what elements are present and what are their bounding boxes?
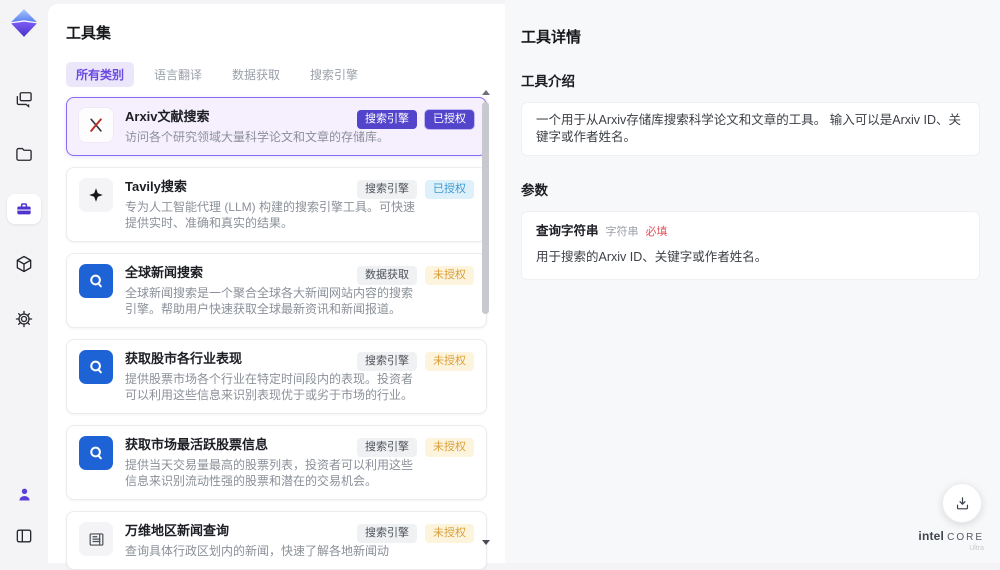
chat-icon[interactable]: [7, 84, 41, 114]
tool-description: 访问各个研究领域大量科学论文和文章的存储库。: [125, 130, 390, 144]
category-tab[interactable]: 所有类别: [66, 62, 135, 87]
tool-description: 提供股票市场各个行业在特定时间段内的表现。投资者可以利用这些信息来识别表现优于或…: [125, 372, 414, 402]
tool-details-pane: 工具详情 工具介绍 一个用于从Arxiv存储库搜索科学论文和文章的工具。 输入可…: [505, 0, 1000, 563]
ultra-wordmark: Ultra: [969, 545, 984, 552]
tool-card[interactable]: Tavily搜索 专为人工智能代理 (LLM) 构建的搜索引擎工具。可快速提供实…: [66, 167, 487, 242]
scroll-down-arrow[interactable]: [482, 540, 490, 545]
toolbox-icon[interactable]: [7, 194, 41, 224]
param-required-badge: 必填: [645, 226, 668, 238]
app-logo-icon[interactable]: [9, 8, 39, 38]
status-badge: 未授权: [425, 352, 474, 371]
status-badge: 未授权: [425, 524, 474, 543]
tool-description: 全球新闻搜索是一个聚合全球各大新闻网站内容的搜索引擎。帮助用户快速获取全球最新资…: [125, 286, 414, 316]
params-heading: 参数: [521, 183, 548, 198]
rail-nav: [7, 84, 41, 334]
category-badge: 搜索引擎: [357, 180, 417, 199]
rail-bottom: [7, 479, 41, 551]
category-tab[interactable]: 搜索引擎: [300, 62, 368, 87]
tool-name: Arxiv文献搜索: [125, 109, 210, 124]
arxiv-icon: [79, 108, 113, 142]
param-card: 查询字符串 字符串 必填 用于搜索的Arxiv ID、关键字或作者姓名。: [521, 211, 980, 280]
sidebar-rail: [0, 0, 48, 563]
blueq-icon: [79, 264, 113, 298]
scrollbar-thumb[interactable]: [482, 102, 489, 314]
blueq-icon: [79, 350, 113, 384]
panel-toggle-icon[interactable]: [7, 521, 41, 551]
page-title: 工具集: [66, 25, 112, 42]
intro-card: 一个用于从Arxiv存储库搜索科学论文和文章的工具。 输入可以是Arxiv ID…: [521, 102, 980, 156]
category-badge: 搜索引擎: [357, 110, 417, 129]
download-button[interactable]: [942, 483, 982, 523]
status-badge: 已授权: [425, 180, 474, 199]
param-type: 字符串: [605, 226, 639, 238]
tool-description: 提供当天交易量最高的股票列表，投资者可以利用这些信息来识别流动性强的股票和潜在的…: [125, 458, 414, 488]
category-badge: 搜索引擎: [357, 438, 417, 457]
param-head: 查询字符串 字符串 必填: [536, 223, 965, 241]
scroll-up-arrow[interactable]: [482, 90, 490, 95]
tool-list-pane: 工具集 所有类别 语言翻译 数据获取 搜索引擎 Arxiv文献搜索 访问各个研究领域大…: [48, 4, 505, 570]
intel-wordmark: intel: [918, 529, 945, 543]
category-tab[interactable]: 数据获取: [222, 62, 290, 87]
tool-card[interactable]: 全球新闻搜索 全球新闻搜索是一个聚合全球各大新闻网站内容的搜索引擎。帮助用户快速…: [66, 253, 487, 328]
param-desc: 用于搜索的Arxiv ID、关键字或作者姓名。: [536, 250, 768, 264]
blueq-icon: [79, 436, 113, 470]
folder-icon[interactable]: [7, 139, 41, 169]
tool-description: 专为人工智能代理 (LLM) 构建的搜索引擎工具。可快速提供实时、准确和真实的结…: [125, 200, 416, 230]
param-name: 查询字符串: [536, 224, 599, 238]
intro-heading: 工具介绍: [521, 74, 575, 89]
category-badge: 搜索引擎: [357, 352, 417, 371]
tool-description: 查询具体行政区划内的新闻，快速了解各地新闻动: [125, 544, 390, 558]
tool-card[interactable]: 万维地区新闻查询 查询具体行政区划内的新闻，快速了解各地新闻动 搜索引擎 未授权: [66, 511, 487, 570]
user-icon[interactable]: [7, 479, 41, 509]
tool-card[interactable]: Arxiv文献搜索 访问各个研究领域大量科学论文和文章的存储库。 搜索引擎 已授…: [66, 97, 487, 156]
scrollbar: [481, 90, 490, 545]
cube-icon[interactable]: [7, 249, 41, 279]
category-tab[interactable]: 语言翻译: [144, 62, 212, 87]
status-badge: 未授权: [425, 438, 474, 457]
tool-card[interactable]: 获取市场最活跃股票信息 提供当天交易量最高的股票列表，投资者可以利用这些信息来识…: [66, 425, 487, 500]
intel-core-logo: intel core Ultra: [918, 530, 984, 552]
status-badge: 已授权: [425, 110, 474, 129]
category-badge: 搜索引擎: [357, 524, 417, 543]
category-badge: 数据获取: [357, 266, 417, 285]
details-title: 工具详情: [521, 29, 582, 46]
sparkle-icon: [79, 178, 113, 212]
category-tabs: 所有类别 语言翻译 数据获取 搜索引擎: [66, 62, 505, 87]
tool-name: 万维地区新闻查询: [125, 523, 230, 538]
core-wordmark: core: [947, 532, 984, 543]
status-badge: 未授权: [425, 266, 474, 285]
news-icon: [79, 522, 113, 556]
tool-list: Arxiv文献搜索 访问各个研究领域大量科学论文和文章的存储库。 搜索引擎 已授…: [66, 97, 487, 570]
intro-text: 一个用于从Arxiv存储库搜索科学论文和文章的工具。 输入可以是Arxiv ID…: [536, 113, 962, 144]
tool-card[interactable]: 获取股市各行业表现 提供股票市场各个行业在特定时间段内的表现。投资者可以利用这些…: [66, 339, 487, 414]
settings-icon[interactable]: [7, 304, 41, 334]
